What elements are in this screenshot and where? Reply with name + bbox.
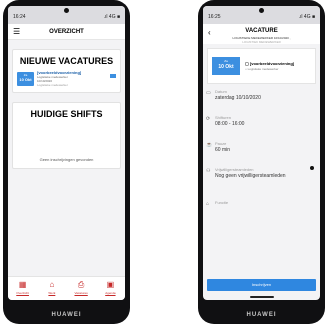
calendar-icon: ▭: [206, 90, 211, 96]
status-indicators: .ıl 4G ■: [103, 14, 120, 20]
vacancy-date: 10 Okt: [19, 76, 32, 82]
function-icon: ⌂: [206, 201, 210, 207]
nav-overzicht[interactable]: ▦ Overzicht: [8, 277, 37, 300]
phone-brand: HUAWEI: [51, 312, 82, 318]
vacancy-summary-card: Za 10 Okt ▢ [voorbeeldvoorziening] ⌂ Log…: [207, 48, 316, 84]
status-indicators: .ıl 4G ■: [298, 14, 315, 20]
field-value: zaterdag 10/10/2020: [215, 95, 261, 101]
field-functie: ⌂ Functie: [203, 195, 320, 221]
subtitle-line2: LOGISTIEK MEDEWERKER: [242, 40, 281, 44]
new-vacancies-title: NIEUWE VACATURES: [19, 56, 114, 66]
vacancy-tag-icon: [110, 74, 116, 78]
camera-punch-hole: [64, 8, 69, 13]
app-header: ‹ VACATURE LOGISTIEKE MEDEWERKER 10/10/2…: [203, 24, 320, 44]
work-icon: ⌂: [49, 280, 55, 289]
scroll-dot-icon: [310, 166, 314, 170]
field-pauze: ☕ Pauze 60 min: [203, 136, 320, 162]
vacancy-date: 10 Okt: [218, 64, 234, 70]
field-vrijwilligersteamleden: ⚇ Vrijwilligersteamleden Nog geen vrijwi…: [203, 162, 320, 195]
vacancy-location: Logistieke medewerker: [37, 83, 68, 87]
vacancy-name-text: [voorbeeldvoorziening]: [249, 60, 295, 66]
overview-screen: 16:24 .ıl 4G ■ ☰ OVERZICHT NIEUWE VACATU…: [8, 6, 125, 300]
nav-label: Vacatures: [74, 291, 88, 295]
field-datum: ▭ Datum zaterdag 10/10/2020: [203, 84, 320, 110]
page-subtitle: LOGISTIEKE MEDEWERKER 10/10/2020 , LOGIST…: [203, 36, 320, 44]
vacancies-icon: ⎙: [77, 280, 85, 289]
field-label: Functie: [215, 200, 229, 205]
clock-icon: ⟳: [206, 116, 211, 122]
status-bar: 16:24 .ıl 4G ■: [8, 6, 125, 24]
vacancy-date-badge: Za 10 Okt: [17, 71, 34, 86]
status-time: 16:25: [208, 14, 221, 20]
bottom-navigation: ▦ Overzicht ⌂ Werk ⎙ Vacatures ▣ Agenda: [8, 276, 125, 300]
register-button[interactable]: Inschrijven: [207, 279, 316, 291]
vacancy-date-badge: Za 10 Okt: [212, 57, 240, 75]
left-phone: 16:24 .ıl 4G ■ ☰ OVERZICHT NIEUWE VACATU…: [3, 0, 130, 324]
vacancy-item[interactable]: Za 10 Okt [voorbeeldvoorziening] Logisti…: [13, 70, 120, 92]
status-time: 16:24: [13, 14, 26, 20]
current-shifts-title: HUIDIGE SHIFTS: [30, 109, 103, 119]
field-value: 60 min: [215, 147, 231, 153]
nav-vacatures[interactable]: ⎙ Vacatures: [67, 277, 96, 300]
vacancy-info: ▢ [voorbeeldvoorziening] ⌂ Logistieke me…: [245, 61, 294, 72]
vacancy-detail-screen: 16:25 .ıl 4G ■ ‹ VACATURE LOGISTIEKE MED…: [203, 6, 320, 300]
nav-label: Agenda: [105, 291, 116, 295]
vacancy-role: ⌂ Logistieke medewerker: [245, 66, 279, 71]
new-vacancies-card: NIEUWE VACATURES Za 10 Okt [voorbeeldvoo…: [12, 49, 121, 93]
nav-werk[interactable]: ⌂ Werk: [37, 277, 66, 300]
page-title: OVERZICHT: [49, 29, 84, 35]
vacancy-info: [voorbeeldvoorziening] Logistieke medewe…: [37, 70, 81, 87]
field-value: 08:00 - 16:00: [215, 121, 245, 127]
nav-label: Overzicht: [16, 291, 29, 295]
home-indicator: [249, 296, 274, 298]
camera-punch-hole: [259, 8, 264, 13]
overview-icon: ▦: [18, 280, 27, 289]
vacancy-role-text: Logistieke medewerker: [247, 66, 279, 71]
current-shifts-card: HUIDIGE SHIFTS Geen inschrijvingen gevon…: [12, 102, 121, 169]
agenda-icon: ▣: [106, 280, 115, 289]
empty-shifts-text: Geen inschrijvingen gevonden: [39, 157, 94, 162]
nav-label: Werk: [48, 291, 56, 295]
team-icon: ⚇: [206, 168, 211, 174]
app-header: ☰ OVERZICHT: [8, 24, 125, 40]
status-bar: 16:25 .ıl 4G ■: [203, 6, 320, 24]
field-value: Nog geen vrijwilligersteamleden: [215, 173, 286, 179]
right-phone: 16:25 .ıl 4G ■ ‹ VACATURE LOGISTIEKE MED…: [198, 0, 325, 324]
nav-agenda[interactable]: ▣ Agenda: [96, 277, 125, 300]
coffee-icon: ☕: [206, 142, 213, 148]
field-shifturen: ⟳ Shifturen 08:00 - 16:00: [203, 110, 320, 136]
phone-brand: HUAWEI: [246, 312, 277, 318]
page-title: VACATURE: [245, 28, 278, 34]
